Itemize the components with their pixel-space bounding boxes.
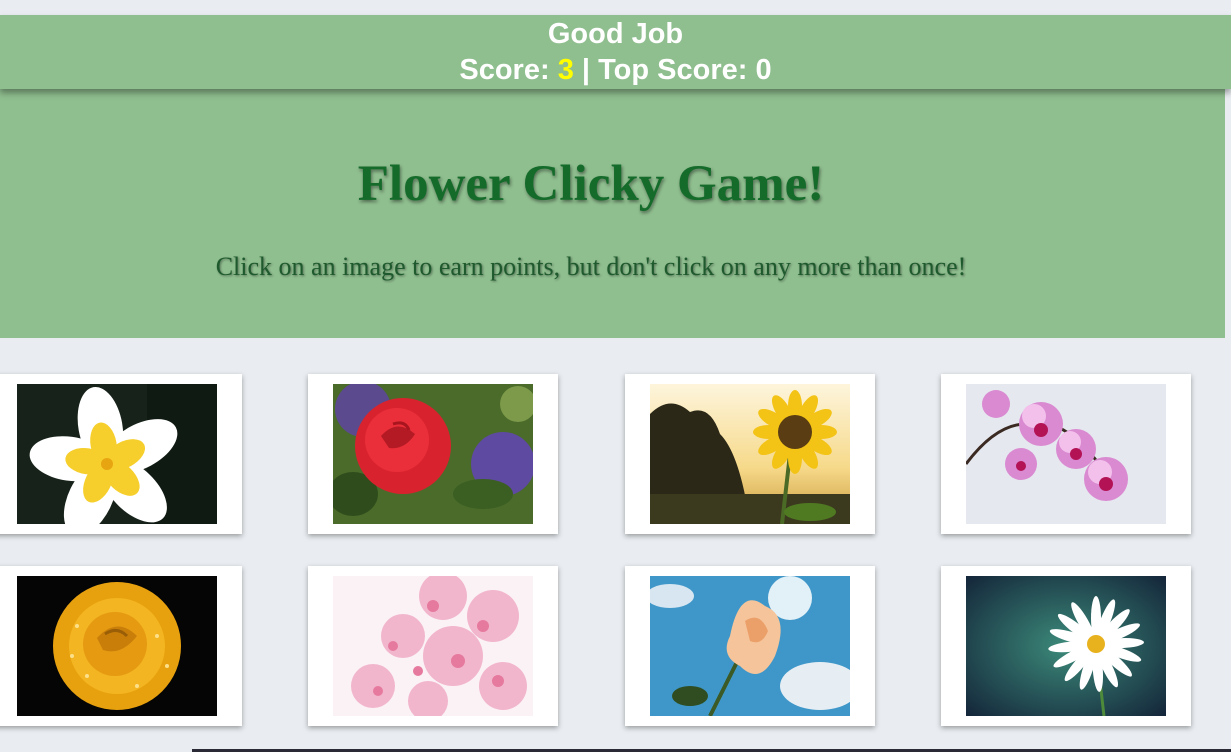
flower-card[interactable]: [308, 374, 558, 534]
score-bar: Score: 3 | Top Score: 0: [0, 52, 1231, 88]
flower-card[interactable]: [0, 374, 242, 534]
flower-card[interactable]: [308, 566, 558, 726]
red-rose-image: [333, 384, 533, 524]
score-label: Score:: [459, 54, 550, 86]
daisy-image: [966, 576, 1166, 716]
top-score-value: 0: [755, 54, 772, 86]
flower-card[interactable]: [941, 374, 1191, 534]
orchid-image: [966, 384, 1166, 524]
jumbotron: Flower Clicky Game! Click on an image to…: [0, 89, 1225, 338]
score-value: 3: [557, 54, 574, 86]
yellow-rose-image: [17, 576, 217, 716]
navbar: Good Job Score: 3 | Top Score: 0: [0, 15, 1231, 89]
plumeria-image: [17, 384, 217, 524]
instructions: Click on an image to earn points, but do…: [215, 252, 967, 281]
cherry-blossom-image: [333, 576, 533, 716]
flower-card[interactable]: [625, 566, 875, 726]
peach-hibiscus-image: [650, 576, 850, 716]
flower-card[interactable]: [941, 566, 1191, 726]
flower-card[interactable]: [0, 566, 242, 726]
sunflower-image: [650, 384, 850, 524]
top-score-label: Top Score:: [598, 54, 748, 86]
flower-card[interactable]: [625, 374, 875, 534]
page-title: Flower Clicky Game!: [357, 156, 825, 212]
status-message: Good Job: [547, 18, 684, 50]
score-separator: |: [581, 54, 591, 86]
